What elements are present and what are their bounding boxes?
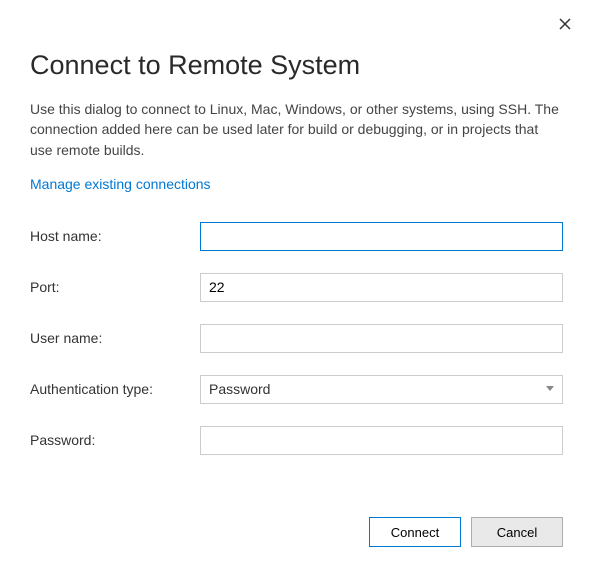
user-name-row: User name:: [30, 324, 563, 353]
host-name-label: Host name:: [30, 228, 200, 244]
user-name-label: User name:: [30, 330, 200, 346]
port-row: Port:: [30, 273, 563, 302]
auth-type-select[interactable]: Password: [200, 375, 563, 404]
chevron-down-icon: [546, 384, 554, 395]
password-label: Password:: [30, 432, 200, 448]
auth-type-value: Password: [209, 381, 546, 397]
port-label: Port:: [30, 279, 200, 295]
dialog-description: Use this dialog to connect to Linux, Mac…: [30, 99, 563, 160]
auth-type-row: Authentication type: Password: [30, 375, 563, 404]
button-row: Connect Cancel: [369, 517, 563, 547]
close-button[interactable]: [555, 14, 575, 34]
connect-remote-dialog: Connect to Remote System Use this dialog…: [0, 0, 593, 575]
cancel-button[interactable]: Cancel: [471, 517, 563, 547]
password-input[interactable]: [200, 426, 563, 455]
manage-connections-link[interactable]: Manage existing connections: [30, 176, 211, 192]
close-icon: [559, 18, 571, 30]
auth-type-label: Authentication type:: [30, 381, 200, 397]
host-name-input[interactable]: [200, 222, 563, 251]
user-name-input[interactable]: [200, 324, 563, 353]
connect-button[interactable]: Connect: [369, 517, 461, 547]
dialog-title: Connect to Remote System: [30, 50, 563, 81]
host-name-row: Host name:: [30, 222, 563, 251]
password-row: Password:: [30, 426, 563, 455]
port-input[interactable]: [200, 273, 563, 302]
